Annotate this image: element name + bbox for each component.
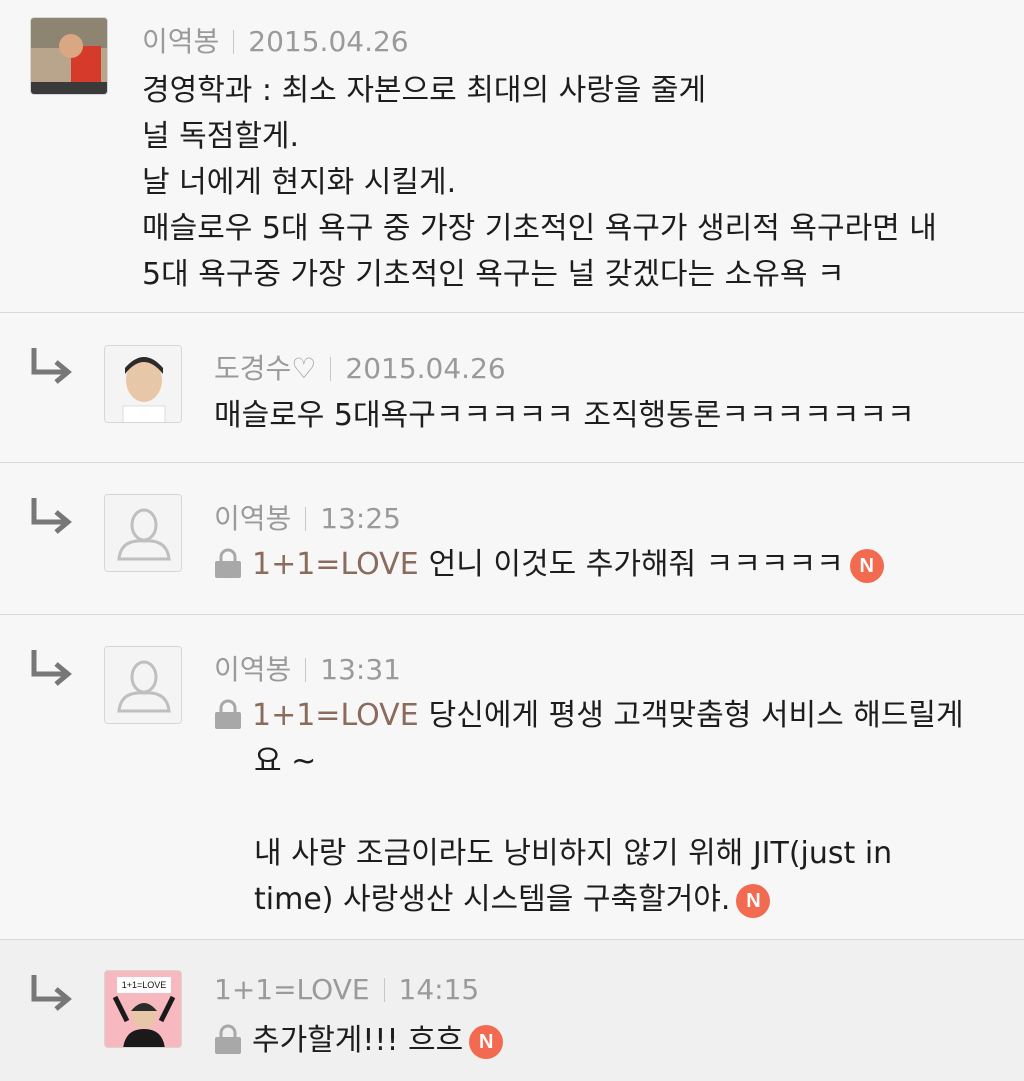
lock-icon: [215, 699, 241, 729]
lock-icon: [215, 548, 241, 578]
divider: [305, 507, 307, 531]
avatar-caption: 1+1=LOVE: [121, 980, 167, 990]
comment-time: 13:31: [320, 653, 401, 686]
comment-body: 언니 이것도 추가해줘 ㅋㅋㅋㅋㅋ: [428, 547, 844, 582]
comment-2: 도경수♡ 2015.04.26 매슬로우 5대욕구ㅋㅋㅋㅋㅋ 조직행동론ㅋㅋㅋㅋㅋ…: [0, 313, 1024, 463]
comment-3: 이역봉 13:25 1+1=LOVE 언니 이것도 추가해줘 ㅋㅋㅋㅋㅋ N: [0, 463, 1024, 615]
avatar-user-photo[interactable]: [104, 345, 182, 423]
divider: [305, 658, 307, 682]
reply-arrow-icon: [31, 975, 72, 1011]
comment-line: 1+1=LOVE 언니 이것도 추가해줘 ㅋㅋㅋㅋㅋ N: [214, 542, 1014, 588]
lock-icon: [215, 1024, 241, 1054]
comment-line: 추가할게!!! 흐흐 N: [214, 1018, 1014, 1064]
comment-line: 요 ~: [254, 744, 317, 779]
avatar-default[interactable]: [104, 494, 182, 572]
comment-text: 매슬로우 5대욕구ㅋㅋㅋㅋㅋ 조직행동론ㅋㅋㅋㅋㅋㅋㅋ: [214, 393, 1014, 439]
author-name[interactable]: 도경수♡: [214, 352, 316, 385]
comment-meta: 1+1=LOVE 14:15: [214, 973, 479, 1006]
comment-5: 1+1=LOVE 1+1=LOVE 14:15 추가할게!!! 흐흐 N: [0, 940, 1024, 1081]
mention-link[interactable]: 1+1=LOVE: [252, 547, 419, 582]
comment-line: 널 독점할게.: [142, 119, 300, 154]
comment-line: 5대 욕구중 가장 기초적인 욕구는 널 갖겠다는 소유욕 ㅋ: [142, 257, 845, 292]
reply-arrow-icon: [31, 498, 72, 534]
avatar-photo-icon: [31, 18, 107, 94]
comment-line: 경영학과 : 최소 자본으로 최대의 사랑을 줄게: [142, 73, 707, 108]
author-name[interactable]: 1+1=LOVE: [214, 973, 370, 1006]
comment-date: 2015.04.26: [345, 352, 506, 385]
divider: [383, 978, 385, 1002]
mention-link[interactable]: 1+1=LOVE: [252, 698, 419, 733]
comment-text: 1+1=LOVE 당신에게 평생 고객맞춤형 서비스 해드릴게 요 ~ 내 사랑 …: [214, 693, 1014, 923]
author-name[interactable]: 이역봉: [214, 502, 291, 535]
comment-meta: 이역봉 13:31: [214, 648, 401, 688]
comment-1: 이역봉 2015.04.26 경영학과 : 최소 자본으로 최대의 사랑을 줄게 …: [0, 0, 1024, 313]
comment-date: 2015.04.26: [248, 25, 409, 58]
comment-meta: 이역봉 13:25: [214, 497, 401, 537]
comment-line: 1+1=LOVE 당신에게 평생 고객맞춤형 서비스 해드릴게: [214, 693, 1014, 739]
comment-time: 14:15: [398, 973, 480, 1006]
new-badge-icon: N: [849, 549, 884, 583]
comment-meta: 도경수♡ 2015.04.26: [214, 347, 506, 387]
comment-line: 내 사랑 조금이라도 낭비하지 않기 위해 JIT(just in: [254, 836, 893, 871]
default-avatar-icon: [105, 647, 181, 723]
comment-line: 날 너에게 현지화 시킬게.: [142, 165, 457, 200]
divider: [233, 30, 235, 54]
comment-meta: 이역봉 2015.04.26: [142, 20, 409, 60]
divider: [330, 357, 332, 381]
comment-body: 추가할게!!! 흐흐: [252, 1023, 464, 1058]
comment-body: time) 사랑생산 시스템을 구축할거야.: [254, 882, 731, 917]
comment-line: time) 사랑생산 시스템을 구축할거야. N: [214, 877, 1014, 923]
reply-arrow-icon: [31, 650, 72, 686]
comment-line: 매슬로우 5대욕구ㅋㅋㅋㅋㅋ 조직행동론ㅋㅋㅋㅋㅋㅋㅋ: [214, 398, 915, 433]
avatar-user-photo[interactable]: 1+1=LOVE: [104, 970, 182, 1048]
avatar-user-photo[interactable]: [30, 17, 108, 95]
reply-arrow-icon: [31, 348, 72, 384]
comment-text: 1+1=LOVE 언니 이것도 추가해줘 ㅋㅋㅋㅋㅋ N: [214, 542, 1014, 588]
comment-text: 추가할게!!! 흐흐 N: [214, 1018, 1014, 1064]
comment-line: 매슬로우 5대 욕구 중 가장 기초적인 욕구가 생리적 욕구라면 내: [142, 211, 937, 246]
comment-time: 13:25: [320, 502, 401, 535]
comment-4: 이역봉 13:31 1+1=LOVE 당신에게 평생 고객맞춤형 서비스 해드릴게 …: [0, 615, 1024, 940]
avatar-default[interactable]: [104, 646, 182, 724]
comment-body: 당신에게 평생 고객맞춤형 서비스 해드릴게: [428, 698, 964, 733]
avatar-photo-icon: [105, 346, 181, 422]
author-name[interactable]: 이역봉: [214, 653, 291, 686]
default-avatar-icon: [105, 495, 181, 571]
comment-text: 경영학과 : 최소 자본으로 최대의 사랑을 줄게 널 독점할게. 날 너에게 …: [142, 68, 1012, 298]
new-badge-icon: N: [736, 884, 771, 918]
new-badge-icon: N: [469, 1025, 504, 1059]
author-name[interactable]: 이역봉: [142, 25, 219, 58]
